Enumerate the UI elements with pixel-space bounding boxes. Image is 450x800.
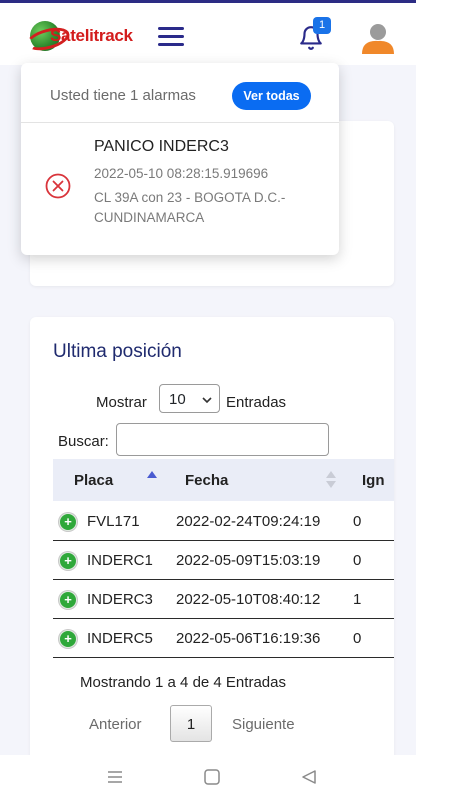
- expand-row-icon[interactable]: +: [59, 513, 77, 531]
- cell-placa: INDERC5: [87, 630, 153, 647]
- show-entries-label: Mostrar: [96, 394, 147, 411]
- alarm-title[interactable]: PANICO INDERC3: [94, 138, 229, 156]
- cell-ign: 0: [353, 552, 362, 569]
- sort-ascending-icon: [147, 471, 157, 478]
- notification-count-badge: 1: [313, 17, 331, 34]
- alarm-timestamp: 2022-05-10 08:28:15.919696: [94, 166, 269, 181]
- alarm-summary-text: Usted tiene 1 alarmas: [50, 87, 196, 104]
- table-header: Placa Fecha Ign: [53, 459, 394, 501]
- expand-row-icon[interactable]: +: [59, 630, 77, 648]
- cell-fecha: 2022-05-06T16:19:36: [176, 630, 321, 647]
- entries-per-page-value: 10: [169, 391, 186, 408]
- cell-placa: FVL171: [87, 513, 140, 530]
- home-square-icon[interactable]: [200, 765, 224, 789]
- cell-ign: 0: [353, 630, 362, 647]
- table-row[interactable]: + INDERC3 2022-05-10T08:40:12 1: [53, 580, 394, 619]
- table-row[interactable]: + INDERC1 2022-05-09T15:03:19 0: [53, 541, 394, 580]
- chevron-down-icon: [201, 386, 213, 418]
- alarm-dropdown: Usted tiene 1 alarmas Ver todas PANICO I…: [21, 63, 339, 255]
- column-header-fecha[interactable]: Fecha: [185, 472, 228, 489]
- card-title: Ultima posición: [53, 341, 182, 362]
- back-triangle-icon[interactable]: [297, 765, 321, 789]
- view-all-button[interactable]: Ver todas: [232, 82, 311, 110]
- search-label: Buscar:: [58, 433, 109, 450]
- cell-placa: INDERC1: [87, 552, 153, 569]
- search-input[interactable]: [116, 423, 329, 456]
- column-header-placa[interactable]: Placa: [74, 472, 113, 489]
- sort-icon: [326, 471, 336, 489]
- alarm-address: CL 39A con 23 - BOGOTA D.C.- CUNDINAMARC…: [94, 190, 286, 225]
- column-header-ign[interactable]: Ign: [362, 472, 385, 489]
- system-navigation-bar: [0, 755, 450, 800]
- cell-fecha: 2022-02-24T09:24:19: [176, 513, 321, 530]
- expand-row-icon[interactable]: +: [59, 552, 77, 570]
- table-row[interactable]: + FVL171 2022-02-24T09:24:19 0: [53, 502, 394, 541]
- pagination-previous[interactable]: Anterior: [89, 716, 142, 733]
- entries-per-page-select[interactable]: 10: [159, 384, 220, 413]
- cell-fecha: 2022-05-09T15:03:19: [176, 552, 321, 569]
- menu-icon[interactable]: [103, 765, 127, 789]
- hamburger-menu-icon[interactable]: [158, 25, 186, 47]
- entries-label: Entradas: [226, 394, 287, 411]
- pagination-page-1[interactable]: 1: [170, 705, 212, 742]
- table-row[interactable]: + INDERC5 2022-05-06T16:19:36 0: [53, 619, 394, 658]
- cell-fecha: 2022-05-10T08:40:12: [176, 591, 321, 608]
- pagination-next[interactable]: Siguiente: [232, 716, 295, 733]
- satelitrack-logo[interactable]: Satelitrack: [24, 21, 145, 55]
- expand-row-icon[interactable]: +: [59, 591, 77, 609]
- x-circle-icon: [45, 173, 71, 199]
- cell-placa: INDERC3: [87, 591, 153, 608]
- user-avatar-icon[interactable]: [360, 20, 396, 56]
- cell-ign: 1: [353, 591, 362, 608]
- table-info-text: Mostrando 1 a 4 de 4 Entradas: [80, 674, 286, 691]
- last-position-card: Ultima posición Mostrar 10 Entradas Busc…: [30, 317, 394, 755]
- app-page: Satelitrack 1 Ultima posición Mostrar 10: [0, 3, 416, 755]
- alarm-dropdown-header: Usted tiene 1 alarmas Ver todas: [21, 63, 339, 123]
- logo-text: Satelitrack: [50, 26, 133, 45]
- cell-ign: 0: [353, 513, 362, 530]
- app-header: Satelitrack 1: [0, 3, 416, 65]
